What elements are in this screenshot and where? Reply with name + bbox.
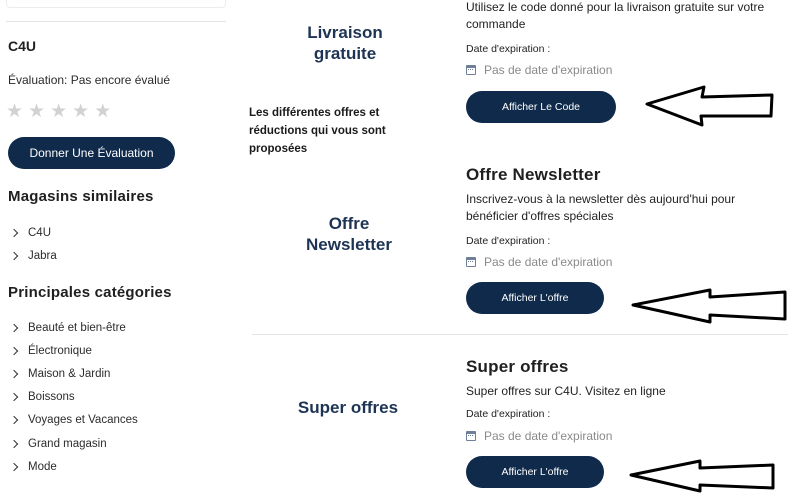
expiration-value: Pas de date d'expiration: [466, 255, 612, 269]
categories-list: Beauté et bien-être Électronique Maison …: [9, 316, 138, 478]
show-offer-button[interactable]: Afficher L'offre: [466, 282, 604, 314]
offer-description: Inscrivez-vous à la newsletter dès aujou…: [466, 192, 736, 223]
expiration-value: Pas de date d'expiration: [466, 63, 612, 77]
chevron-right-icon: [9, 369, 19, 379]
expiration-text: Pas de date d'expiration: [484, 429, 613, 443]
store-name: C4U: [8, 38, 37, 54]
expiration-text: Pas de date d'expiration: [484, 255, 613, 269]
list-item-label: Jabra: [28, 249, 57, 262]
similar-stores-list: C4U Jabra: [9, 221, 57, 267]
give-rating-button[interactable]: Donner Une Évaluation: [8, 137, 175, 169]
calendar-icon: [466, 65, 476, 75]
list-item[interactable]: Maison & Jardin: [9, 362, 138, 385]
sidebar: C4U Évaluation: Pas encore évalué ★ ★ ★ …: [0, 0, 232, 497]
similar-stores-heading: Magasins similaires: [8, 188, 154, 205]
list-item[interactable]: Jabra: [9, 244, 57, 267]
expiration-label: Date d'expiration :: [466, 43, 551, 55]
list-item[interactable]: Grand magasin: [9, 432, 138, 455]
chevron-right-icon: [9, 439, 19, 448]
star-icon[interactable]: ★: [50, 101, 67, 123]
expiration-text: Pas de date d'expiration: [484, 63, 613, 77]
list-item[interactable]: Boissons: [9, 386, 138, 409]
list-item-label: C4U: [28, 226, 52, 239]
offer-description: Super offres sur C4U. Visitez en ligne: [466, 384, 666, 398]
chevron-right-icon: [9, 462, 19, 471]
list-item-label: Boissons: [28, 391, 75, 404]
list-item-label: Mode: [28, 460, 57, 473]
categories-heading: Principales catégories: [8, 284, 172, 301]
annotation-description: Les différentes offres et réductions qui…: [249, 107, 386, 155]
chevron-right-icon: [9, 228, 19, 237]
list-item[interactable]: Voyages et Vacances: [9, 409, 138, 432]
star-icon[interactable]: ★: [28, 101, 45, 123]
offer-description: Utilisez le code donné pour la livraison…: [466, 0, 765, 31]
chevron-right-icon: [9, 346, 19, 356]
list-item-label: Maison & Jardin: [28, 367, 111, 380]
left-arrow-icon: [645, 85, 774, 127]
store-card-edge: [6, 0, 226, 8]
star-icon[interactable]: ★: [94, 101, 111, 123]
list-item-label: Beauté et bien-être: [28, 321, 126, 334]
annotation-super: Super offres: [297, 398, 399, 417]
chevron-right-icon: [9, 416, 19, 425]
list-item-label: Voyages et Vacances: [28, 414, 138, 427]
list-item[interactable]: Mode: [9, 455, 138, 478]
calendar-icon: [466, 257, 476, 267]
list-item-label: Électronique: [28, 344, 92, 357]
expiration-label: Date d'expiration :: [466, 408, 551, 420]
annotation-livraison: Livraison gratuite: [307, 23, 383, 63]
divider: [252, 334, 788, 335]
divider: [6, 21, 226, 22]
rating-text: Évaluation: Pas encore évalué: [8, 73, 171, 87]
list-item-label: Grand magasin: [28, 437, 107, 450]
left-arrow-icon: [629, 459, 775, 493]
star-icon[interactable]: ★: [72, 101, 89, 123]
chevron-right-icon: [9, 251, 19, 261]
list-item[interactable]: Électronique: [9, 339, 138, 362]
list-item[interactable]: C4U: [9, 221, 57, 244]
calendar-icon: [466, 431, 476, 441]
left-arrow-icon: [631, 288, 787, 324]
show-offer-button[interactable]: Afficher L'offre: [466, 456, 604, 488]
show-code-button[interactable]: Afficher Le Code: [466, 91, 616, 123]
offer-title: Super offres: [466, 357, 569, 376]
chevron-right-icon: [9, 392, 19, 402]
list-item[interactable]: Beauté et bien-être: [9, 316, 138, 339]
star-icon[interactable]: ★: [6, 101, 23, 123]
expiration-label: Date d'expiration :: [466, 235, 551, 247]
annotation-newsletter: Offre Newsletter: [306, 214, 392, 254]
expiration-value: Pas de date d'expiration: [466, 429, 612, 443]
chevron-right-icon: [9, 323, 19, 332]
offer-title: Offre Newsletter: [466, 165, 601, 184]
star-rating[interactable]: ★ ★ ★ ★ ★: [6, 101, 111, 123]
